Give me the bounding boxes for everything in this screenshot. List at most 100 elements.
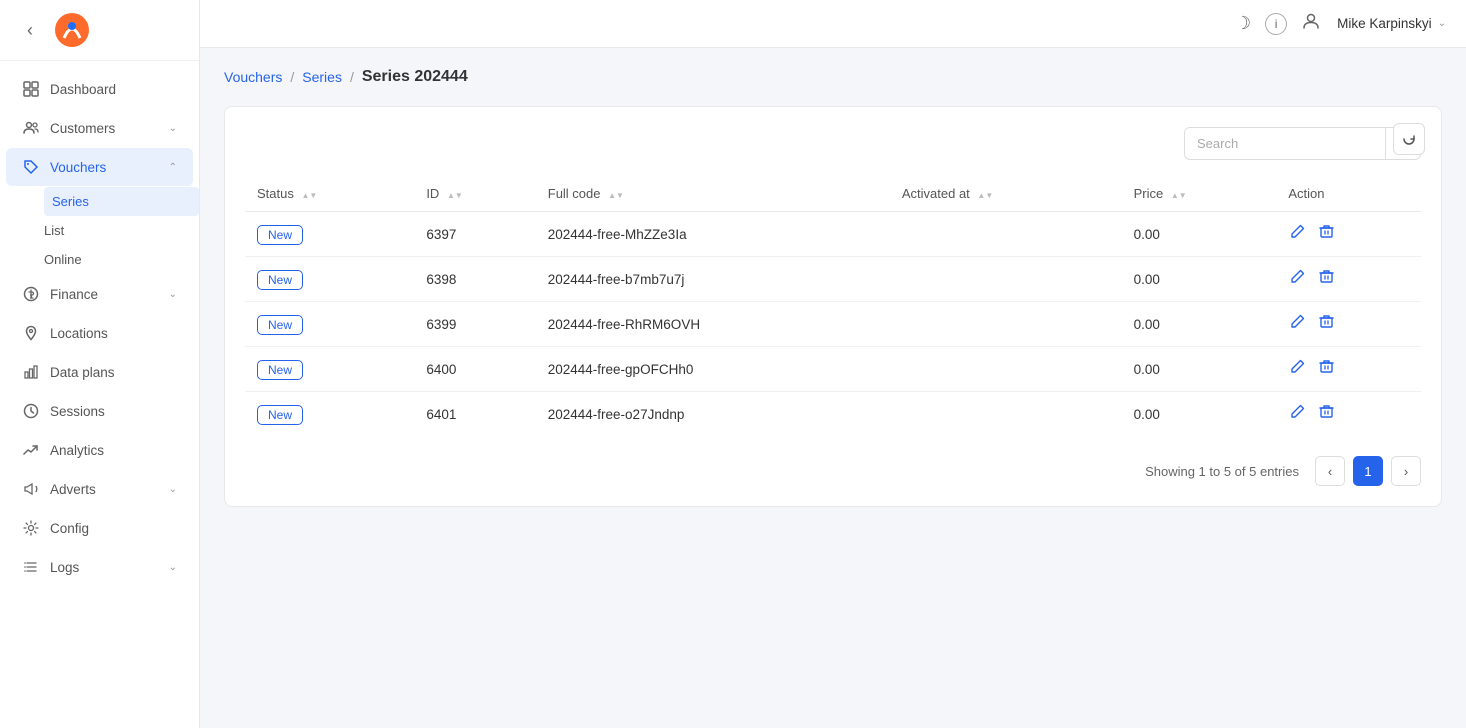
delete-button[interactable] xyxy=(1317,402,1336,426)
breadcrumb-current: Series 202444 xyxy=(362,68,468,86)
status-badge: New xyxy=(257,360,303,380)
delete-button[interactable] xyxy=(1317,267,1336,291)
search-input[interactable] xyxy=(1185,129,1385,158)
breadcrumb: Vouchers / Series / Series 202444 xyxy=(224,68,1442,86)
cell-price: 0.00 xyxy=(1122,257,1277,302)
vouchers-submenu: Series List Online xyxy=(0,187,199,274)
breadcrumb-series[interactable]: Series xyxy=(302,69,342,85)
app-logo xyxy=(54,12,90,48)
moon-icon[interactable]: ☽ xyxy=(1235,13,1251,34)
cell-price: 0.00 xyxy=(1122,347,1277,392)
topbar-user[interactable]: Mike Karpinskyi ⌄ xyxy=(1337,16,1446,31)
col-action: Action xyxy=(1276,176,1421,212)
status-badge: New xyxy=(257,225,303,245)
cell-full-code: 202444-free-o27Jndnp xyxy=(536,392,890,437)
breadcrumb-vouchers[interactable]: Vouchers xyxy=(224,69,282,85)
sort-arrows-code: ▲▼ xyxy=(608,192,624,200)
edit-button[interactable] xyxy=(1288,222,1307,246)
cell-action xyxy=(1276,347,1421,392)
sidebar-item-label: Locations xyxy=(50,326,177,341)
sidebar-item-adverts[interactable]: Adverts ⌄ xyxy=(6,470,193,508)
cell-price: 0.00 xyxy=(1122,392,1277,437)
cell-full-code: 202444-free-gpOFCHh0 xyxy=(536,347,890,392)
action-buttons xyxy=(1288,267,1409,291)
delete-button[interactable] xyxy=(1317,222,1336,246)
trending-up-icon xyxy=(22,441,40,459)
sidebar-item-label: Sessions xyxy=(50,404,177,419)
cell-activated-at xyxy=(890,302,1122,347)
chevron-down-icon: ⌄ xyxy=(1438,18,1446,29)
sidebar-item-label: Dashboard xyxy=(50,82,177,97)
sort-arrows-id: ▲▼ xyxy=(447,192,463,200)
sort-arrows-activated: ▲▼ xyxy=(977,192,993,200)
sidebar-item-dashboard[interactable]: Dashboard xyxy=(6,70,193,108)
sidebar-item-vouchers[interactable]: Vouchers ⌃ xyxy=(6,148,193,186)
action-buttons xyxy=(1288,222,1409,246)
settings-icon xyxy=(22,519,40,537)
megaphone-icon xyxy=(22,480,40,498)
refresh-button[interactable] xyxy=(1393,123,1425,155)
sidebar-item-label: Config xyxy=(50,521,177,536)
status-badge: New xyxy=(257,405,303,425)
col-full-code[interactable]: Full code ▲▼ xyxy=(536,176,890,212)
sidebar-item-list[interactable]: List xyxy=(44,216,199,245)
sidebar-item-logs[interactable]: Logs ⌄ xyxy=(6,548,193,586)
breadcrumb-sep-2: / xyxy=(350,69,354,85)
action-buttons xyxy=(1288,357,1409,381)
cell-action xyxy=(1276,257,1421,302)
chevron-down-icon: ⌄ xyxy=(169,562,177,573)
edit-button[interactable] xyxy=(1288,267,1307,291)
cell-id: 6399 xyxy=(414,302,535,347)
chevron-down-icon: ⌄ xyxy=(169,289,177,300)
topbar-icons: ☽ i xyxy=(1235,11,1321,36)
sidebar-item-finance[interactable]: Finance ⌄ xyxy=(6,275,193,313)
sidebar-item-customers[interactable]: Customers ⌄ xyxy=(6,109,193,147)
sidebar-item-analytics[interactable]: Analytics xyxy=(6,431,193,469)
sidebar-item-label: Logs xyxy=(50,560,159,575)
content-area: Vouchers / Series / Series 202444 xyxy=(200,48,1466,728)
cell-status: New xyxy=(245,257,414,302)
table-header: Status ▲▼ ID ▲▼ Full code ▲▼ Activated xyxy=(245,176,1421,212)
sidebar: ‹ Dashboard xyxy=(0,0,200,728)
user-icon[interactable] xyxy=(1301,11,1321,36)
next-page-button[interactable]: › xyxy=(1391,456,1421,486)
table-row: New 6400 202444-free-gpOFCHh0 0.00 xyxy=(245,347,1421,392)
action-buttons xyxy=(1288,402,1409,426)
info-icon[interactable]: i xyxy=(1265,13,1287,35)
sidebar-item-config[interactable]: Config xyxy=(6,509,193,547)
edit-button[interactable] xyxy=(1288,312,1307,336)
cell-status: New xyxy=(245,212,414,257)
cell-id: 6397 xyxy=(414,212,535,257)
page-1-button[interactable]: 1 xyxy=(1353,456,1383,486)
edit-button[interactable] xyxy=(1288,402,1307,426)
sidebar-item-label: Data plans xyxy=(50,365,177,380)
users-icon xyxy=(22,119,40,137)
cell-id: 6398 xyxy=(414,257,535,302)
sidebar-item-data-plans[interactable]: Data plans xyxy=(6,353,193,391)
delete-button[interactable] xyxy=(1317,312,1336,336)
dollar-icon xyxy=(22,285,40,303)
sidebar-item-online[interactable]: Online xyxy=(44,245,199,274)
sidebar-item-label: Analytics xyxy=(50,443,177,458)
back-button[interactable]: ‹ xyxy=(16,16,44,44)
col-price[interactable]: Price ▲▼ xyxy=(1122,176,1277,212)
map-pin-icon xyxy=(22,324,40,342)
table-row: New 6399 202444-free-RhRM6OVH 0.00 xyxy=(245,302,1421,347)
edit-button[interactable] xyxy=(1288,357,1307,381)
chevron-down-icon: ⌄ xyxy=(169,484,177,495)
col-status[interactable]: Status ▲▼ xyxy=(245,176,414,212)
col-activated-at[interactable]: Activated at ▲▼ xyxy=(890,176,1122,212)
cell-full-code: 202444-free-RhRM6OVH xyxy=(536,302,890,347)
cell-status: New xyxy=(245,302,414,347)
col-id[interactable]: ID ▲▼ xyxy=(414,176,535,212)
prev-page-button[interactable]: ‹ xyxy=(1315,456,1345,486)
search-bar xyxy=(245,127,1421,160)
sidebar-item-sessions[interactable]: Sessions xyxy=(6,392,193,430)
cell-status: New xyxy=(245,347,414,392)
sidebar-nav: Dashboard Customers ⌄ xyxy=(0,61,199,728)
delete-button[interactable] xyxy=(1317,357,1336,381)
sidebar-item-locations[interactable]: Locations xyxy=(6,314,193,352)
cell-id: 6400 xyxy=(414,347,535,392)
sidebar-item-series[interactable]: Series xyxy=(44,187,199,216)
cell-id: 6401 xyxy=(414,392,535,437)
